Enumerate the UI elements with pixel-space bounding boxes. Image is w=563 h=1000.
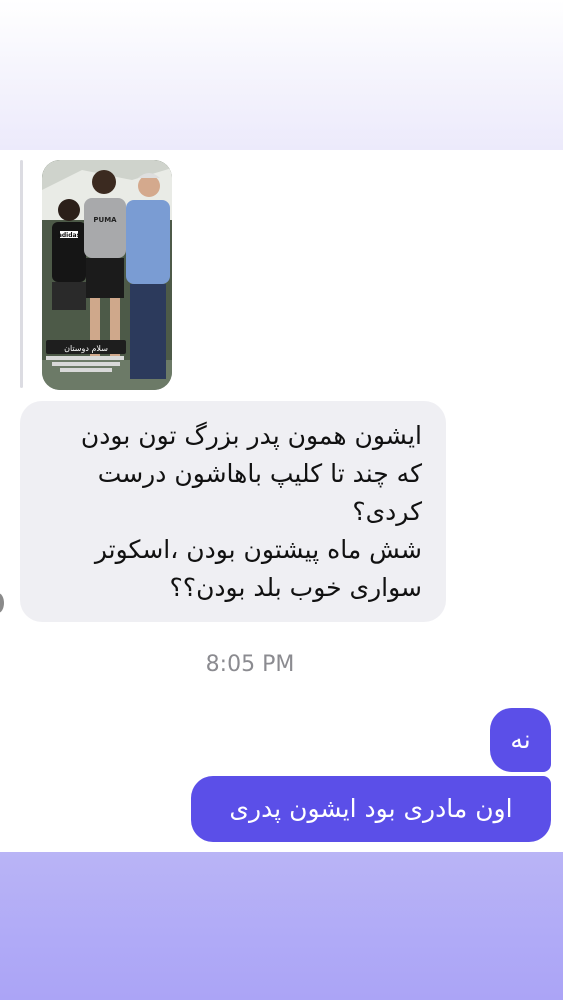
story-thumb-shirt: PUMA [93, 216, 117, 224]
outgoing-message-bubble[interactable]: اون مادری بود ایشون پدری [191, 776, 551, 842]
story-reply-indicator [20, 160, 23, 388]
incoming-line: ایشون همون پدر بزرگ تون بودن [80, 421, 422, 450]
incoming-message-bubble[interactable]: ایشون همون پدر بزرگ تون بودن که چند تا ک… [20, 401, 446, 622]
incoming-line: سواری خوب بلد بودن؟؟ [169, 573, 422, 602]
incoming-line: که چند تا کلیپ باهاشون درست [97, 459, 422, 488]
top-gradient-band [0, 0, 563, 150]
message-timestamp: 8:05 PM [205, 652, 295, 677]
sender-avatar[interactable] [0, 593, 4, 613]
story-thumb-logo: adidas [58, 232, 81, 239]
incoming-message-text: ایشون همون پدر بزرگ تون بودن که چند تا ک… [32, 417, 422, 607]
story-thumbnail[interactable]: سلام دوستان adidas PUMA [42, 160, 172, 390]
bottom-gradient-band [0, 852, 563, 1000]
incoming-line: کردی؟ [352, 497, 422, 526]
story-thumb-caption: سلام دوستان [64, 344, 108, 353]
story-photo: سلام دوستان adidas PUMA [42, 160, 172, 390]
incoming-line: شش ماه پیشتون بودن ،اسکوتر [94, 535, 422, 564]
outgoing-message-bubble[interactable]: نه [490, 708, 551, 772]
